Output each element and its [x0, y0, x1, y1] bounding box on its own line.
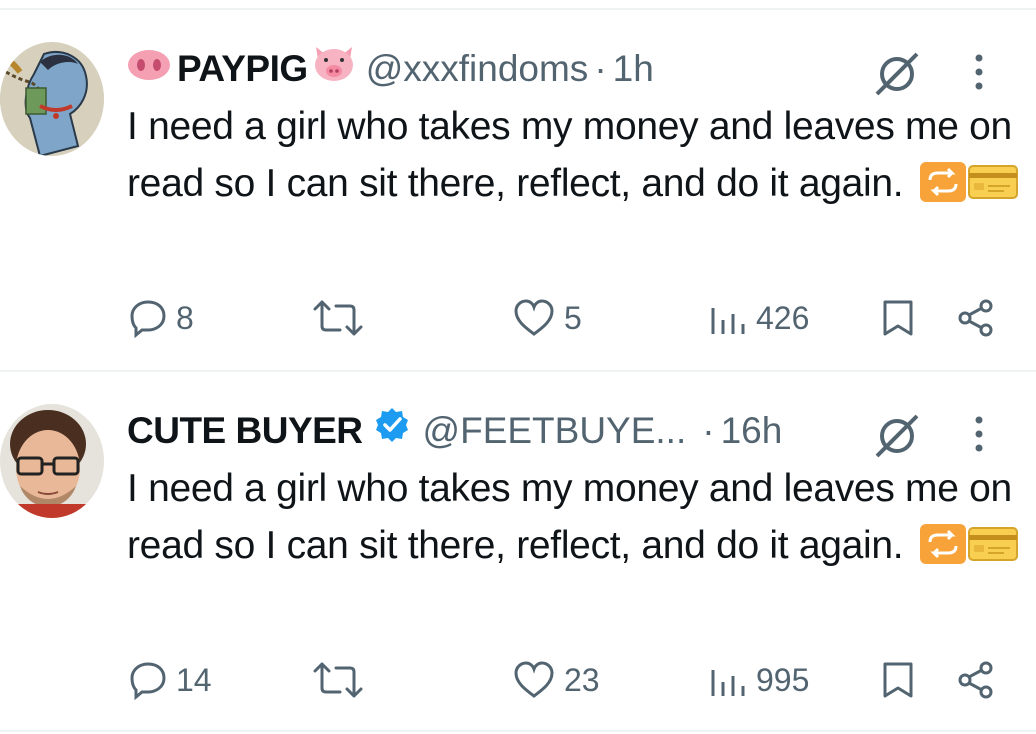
pig-face-emoji	[312, 43, 356, 96]
timestamp[interactable]: 16h	[721, 406, 783, 456]
bookmark-button[interactable]	[880, 290, 916, 346]
repost-button[interactable]	[312, 652, 372, 708]
reply-count: 14	[176, 661, 212, 698]
handle[interactable]: @xxxfindoms	[366, 44, 589, 94]
views-icon	[711, 308, 745, 334]
tweet-header: PAYPIG @xxxfindoms · 1h	[127, 44, 654, 94]
heart-icon	[514, 299, 554, 336]
verified-badge-icon	[373, 406, 411, 457]
tweet-text: I need a girl who takes my money and lea…	[127, 98, 1027, 218]
bookmark-button[interactable]	[880, 652, 916, 708]
more-options-icon[interactable]	[966, 50, 992, 94]
repeat-emoji	[919, 161, 966, 218]
repost-button[interactable]	[312, 290, 372, 346]
reply-count: 8	[176, 299, 194, 336]
pig-nose-emoji	[127, 44, 171, 94]
display-name-text: CUTE BUYER	[127, 410, 363, 451]
like-count: 23	[564, 661, 600, 698]
reply-icon	[130, 662, 166, 700]
heart-icon	[514, 661, 554, 698]
credit-card-emoji	[967, 523, 1018, 580]
repost-icon	[313, 662, 363, 698]
avatar-paypig[interactable]	[0, 42, 104, 156]
timestamp[interactable]: 1h	[613, 44, 654, 94]
share-button[interactable]	[956, 290, 996, 346]
separator-dot: ·	[594, 48, 607, 89]
like-button[interactable]: 5	[512, 290, 582, 346]
bookmark-icon	[883, 662, 913, 698]
repost-icon	[313, 300, 363, 336]
display-name-text: PAYPIG	[177, 48, 308, 89]
tweet-text: I need a girl who takes my money and lea…	[127, 460, 1027, 580]
credit-card-emoji	[967, 161, 1018, 218]
views-button[interactable]: 995	[708, 652, 809, 708]
tweet-actions: 14 23 995	[0, 652, 1036, 708]
avatar-cute-buyer[interactable]	[0, 404, 104, 518]
grok-icon[interactable]	[873, 412, 921, 460]
repeat-emoji	[919, 523, 966, 580]
views-button[interactable]: 426	[708, 290, 809, 346]
tweet-text-content: I need a girl who takes my money and lea…	[127, 467, 1012, 567]
views-count: 995	[756, 661, 810, 698]
handle[interactable]: @FEETBUYE...	[423, 406, 687, 456]
views-count: 426	[756, 299, 810, 336]
more-options-icon[interactable]	[966, 412, 992, 456]
reply-button[interactable]: 14	[128, 652, 212, 708]
display-name[interactable]: PAYPIG	[127, 43, 356, 96]
share-icon	[958, 661, 993, 699]
like-count: 5	[564, 299, 582, 336]
tweet-text-content: I need a girl who takes my money and lea…	[127, 105, 1012, 205]
reply-icon	[130, 300, 166, 338]
tweet-header: CUTE BUYER @FEETBUYE... · 16h	[127, 406, 782, 456]
reply-button[interactable]: 8	[128, 290, 194, 346]
bookmark-icon	[883, 300, 913, 336]
bottom-divider	[0, 730, 1036, 732]
like-button[interactable]: 23	[512, 652, 600, 708]
separator-dot: ·	[702, 410, 715, 451]
tweet-actions: 8 5 426	[0, 290, 1036, 346]
tweet-2[interactable]: CUTE BUYER @FEETBUYE... · 16h I need a g…	[0, 362, 1036, 722]
tweet-1[interactable]: PAYPIG @xxxfindoms · 1h I need a girl wh…	[0, 0, 1036, 360]
grok-icon[interactable]	[873, 50, 921, 98]
share-icon	[958, 299, 993, 337]
display-name[interactable]: CUTE BUYER	[127, 406, 411, 457]
views-icon	[711, 670, 745, 696]
share-button[interactable]	[956, 652, 996, 708]
